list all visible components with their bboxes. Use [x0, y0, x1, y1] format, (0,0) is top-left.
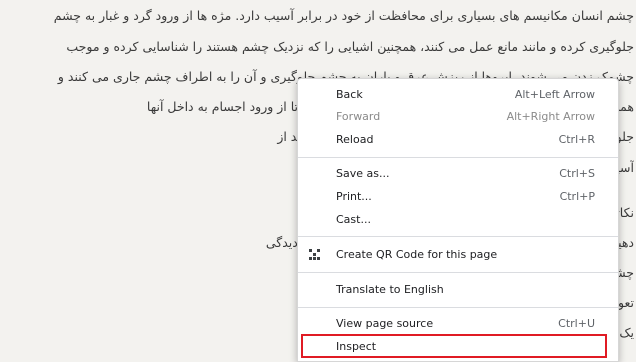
- menu-item-shortcut: Ctrl+U: [558, 317, 595, 330]
- menu-item-inspect[interactable]: Inspect: [298, 336, 618, 358]
- menu-item-label: Reload: [336, 133, 374, 146]
- menu-item-shortcut: Ctrl+P: [559, 190, 595, 203]
- menu-item-shortcut: Alt+Left Arrow: [514, 88, 595, 101]
- menu-separator: [298, 307, 618, 308]
- article-line: چشم انسان مکانیسم های بسیاری برای محافظت…: [53, 8, 634, 23]
- menu-item-label: Inspect: [336, 340, 377, 353]
- menu-item-label: Create QR Code for this page: [336, 248, 498, 261]
- menu-item-print[interactable]: Print... Ctrl+P: [298, 186, 618, 208]
- menu-item-label: Print...: [336, 190, 372, 203]
- qr-code-icon: [309, 249, 321, 261]
- menu-item-label: View page source: [336, 317, 434, 330]
- menu-item-forward[interactable]: Forward Alt+Right Arrow: [298, 106, 618, 128]
- context-menu: Back Alt+Left Arrow Forward Alt+Right Ar…: [297, 78, 619, 362]
- browser-page: چشم انسان مکانیسم های بسیاری برای محافظت…: [0, 0, 636, 362]
- menu-item-label: Forward: [336, 110, 381, 123]
- menu-item-view-source[interactable]: View page source Ctrl+U: [298, 313, 618, 335]
- menu-item-label: Back: [336, 88, 363, 101]
- menu-item-label: Translate to English: [336, 283, 444, 296]
- menu-item-shortcut: Alt+Right Arrow: [506, 110, 595, 123]
- menu-item-shortcut: Ctrl+S: [559, 167, 595, 180]
- menu-item-label: Save as...: [336, 167, 390, 180]
- menu-item-cast[interactable]: Cast...: [298, 209, 618, 231]
- menu-separator: [298, 272, 618, 273]
- article-line: جلوگیری کرده و مانند مانع عمل می کنند، ه…: [66, 39, 634, 54]
- menu-item-translate[interactable]: Translate to English: [298, 279, 618, 301]
- menu-separator: [298, 157, 618, 158]
- menu-item-reload[interactable]: Reload Ctrl+R: [298, 129, 618, 151]
- menu-item-qr-code[interactable]: Create QR Code for this page: [298, 244, 618, 266]
- menu-item-back[interactable]: Back Alt+Left Arrow: [298, 84, 618, 106]
- menu-separator: [298, 236, 618, 237]
- menu-item-save-as[interactable]: Save as... Ctrl+S: [298, 163, 618, 185]
- menu-item-shortcut: Ctrl+R: [558, 133, 595, 146]
- menu-item-label: Cast...: [336, 213, 371, 226]
